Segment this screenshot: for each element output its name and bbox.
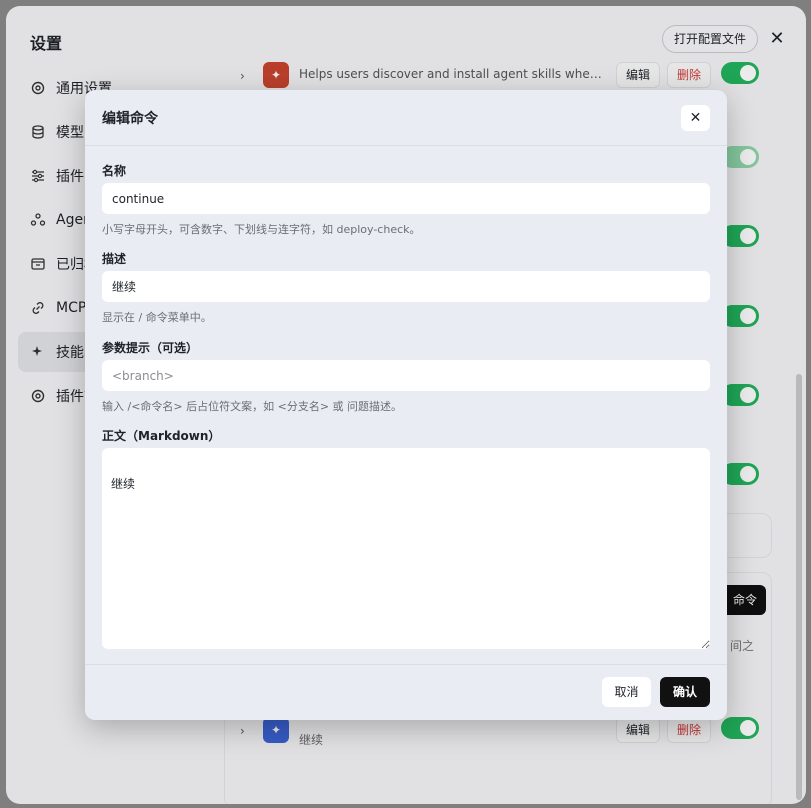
edit-command-dialog: 编辑命令 ✕ 名称 小写字母开头，可含数字、下划线与连字符，如 deploy-c… <box>85 90 727 720</box>
name-label: 名称 <box>102 164 127 178</box>
description-hint: 显示在 / 命令菜单中。 <box>102 311 212 324</box>
dialog-title: 编辑命令 <box>102 111 158 127</box>
cancel-button[interactable]: 取消 <box>602 677 651 707</box>
body-textarea[interactable]: 继续 <box>102 448 710 649</box>
confirm-button[interactable]: 确认 <box>660 677 710 707</box>
divider <box>85 145 727 146</box>
divider <box>85 664 727 665</box>
arg-hint-hint: 输入 /<命令名> 后占位符文案，如 <分支名> 或 问题描述。 <box>102 400 403 413</box>
arg-hint-field[interactable] <box>102 360 710 391</box>
description-label: 描述 <box>102 252 127 266</box>
arg-hint-label: 参数提示（可选） <box>102 341 199 355</box>
description-field[interactable] <box>102 271 710 302</box>
name-hint: 小写字母开头，可含数字、下划线与连字符，如 deploy-check。 <box>102 223 421 236</box>
close-icon[interactable]: ✕ <box>681 105 710 131</box>
body-label: 正文（Markdown） <box>102 429 221 443</box>
name-field[interactable] <box>102 183 710 214</box>
